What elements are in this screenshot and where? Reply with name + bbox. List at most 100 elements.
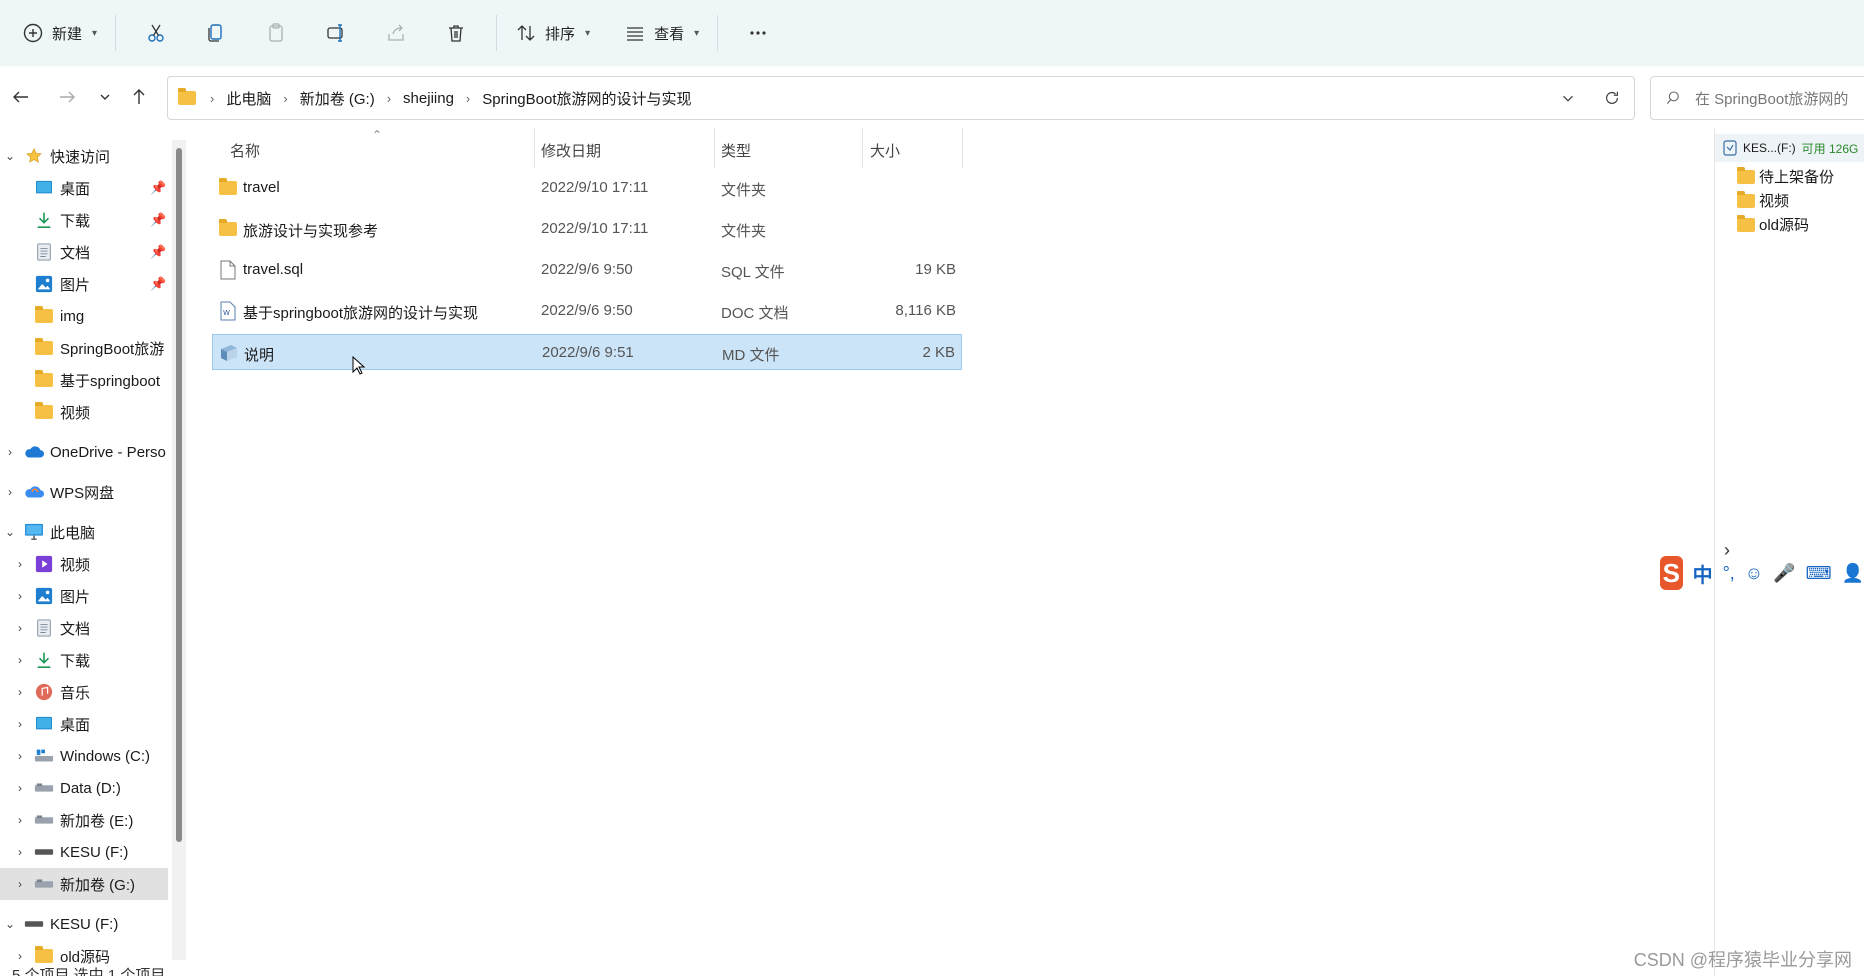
chevron-right-icon[interactable]: › bbox=[13, 949, 27, 963]
chevron-right-icon[interactable]: › bbox=[13, 557, 27, 571]
sidebar-item-documents[interactable]: › 文档 bbox=[0, 612, 168, 644]
delete-button[interactable] bbox=[426, 11, 486, 55]
chevron-right-icon[interactable]: › bbox=[13, 653, 27, 667]
chevron-right-icon[interactable]: › bbox=[13, 781, 27, 795]
sidebar-item-videos-recent[interactable]: 视频 bbox=[0, 396, 168, 428]
sidebar-item-springboot-folder[interactable]: SpringBoot旅游 bbox=[0, 332, 168, 364]
chevron-right-icon[interactable]: › bbox=[13, 621, 27, 635]
column-size[interactable]: 大小 bbox=[870, 140, 900, 161]
sidebar-item-jiyu-springboot[interactable]: 基于springboot bbox=[0, 364, 168, 396]
paste-button[interactable] bbox=[246, 11, 306, 55]
sidebar-item-downloads[interactable]: › 下载 bbox=[0, 644, 168, 676]
panel-folder-label: 待上架备份 bbox=[1759, 169, 1835, 186]
column-divider[interactable] bbox=[714, 128, 715, 168]
more-options-button[interactable] bbox=[728, 11, 788, 55]
column-date[interactable]: 修改日期 bbox=[541, 140, 601, 161]
copy-button[interactable] bbox=[186, 11, 246, 55]
sort-button[interactable]: 排序 ▾ bbox=[507, 11, 598, 55]
keyboard-icon[interactable]: ⌨ bbox=[1806, 563, 1832, 584]
microphone-icon[interactable]: 🎤 bbox=[1773, 563, 1795, 584]
command-bar: 新建 ▾ 排序 ▾ 查看 ▾ bbox=[0, 0, 1864, 66]
sidebar-item-wps-drive[interactable]: › WPS网盘 bbox=[0, 476, 168, 508]
chevron-right-icon[interactable]: › bbox=[13, 749, 27, 763]
breadcrumb-drive-g[interactable]: 新加卷 (G:) bbox=[296, 88, 379, 109]
refresh-button[interactable] bbox=[1590, 77, 1634, 119]
address-history-button[interactable] bbox=[1546, 77, 1590, 119]
column-divider[interactable] bbox=[962, 128, 963, 168]
sidebar-item-onedrive[interactable]: › OneDrive - Perso bbox=[0, 436, 168, 468]
sidebar-item-drive-d[interactable]: › Data (D:) bbox=[0, 772, 168, 804]
column-name[interactable]: 名称 bbox=[230, 140, 260, 161]
sidebar-item-videos[interactable]: › 视频 bbox=[0, 548, 168, 580]
chevron-right-icon[interactable]: › bbox=[3, 445, 17, 459]
chevron-down-icon: ▾ bbox=[92, 27, 98, 39]
recent-locations-button[interactable] bbox=[90, 82, 120, 112]
sidebar-item-this-pc[interactable]: ⌄ 此电脑 bbox=[0, 516, 168, 548]
sidebar-item-kesu[interactable]: ⌄ KESU (F:) bbox=[0, 908, 168, 940]
sidebar-item-pictures[interactable]: › 图片 bbox=[0, 580, 168, 612]
pin-icon: 📌 bbox=[150, 180, 167, 195]
column-type[interactable]: 类型 bbox=[721, 140, 751, 161]
emoji-icon[interactable]: ☺ bbox=[1745, 563, 1763, 584]
sidebar-scrollbar-thumb[interactable] bbox=[176, 148, 182, 842]
ime-mode-toggle[interactable]: 中 bbox=[1693, 559, 1713, 588]
chevron-down-icon[interactable]: ⌄ bbox=[3, 917, 17, 931]
view-button[interactable]: 查看 ▾ bbox=[616, 11, 707, 55]
sidebar-item-desktop-pinned[interactable]: 桌面 📌 bbox=[0, 172, 168, 204]
sidebar-item-downloads-pinned[interactable]: 下载 📌 bbox=[0, 204, 168, 236]
chevron-down-icon: ▾ bbox=[585, 27, 591, 39]
cut-button[interactable] bbox=[126, 11, 186, 55]
drive-info-bar[interactable]: KES...(F:) 可用 126G bbox=[1715, 134, 1864, 162]
file-row[interactable]: travel 2022/9/10 17:11 文件夹 bbox=[212, 170, 962, 206]
file-row[interactable]: travel.sql 2022/9/6 9:50 SQL 文件 19 KB bbox=[212, 252, 962, 288]
document-icon bbox=[34, 618, 54, 638]
chevron-right-icon[interactable]: › bbox=[13, 877, 27, 891]
address-bar[interactable]: › 此电脑 › 新加卷 (G:) › shejiing › SpringBoot… bbox=[167, 76, 1635, 120]
forward-button[interactable] bbox=[52, 82, 82, 112]
sidebar-item-label: 视频 bbox=[60, 404, 91, 422]
chevron-down-icon[interactable]: ⌄ bbox=[3, 525, 17, 539]
sidebar-item-drive-e[interactable]: › 新加卷 (E:) bbox=[0, 804, 168, 836]
chevron-right-icon[interactable]: › bbox=[13, 813, 27, 827]
pin-icon: 📌 bbox=[150, 276, 167, 291]
ime-punctuation-toggle[interactable]: °, bbox=[1723, 563, 1735, 584]
back-button[interactable] bbox=[6, 82, 36, 112]
sidebar-item-drive-f[interactable]: › KESU (F:) bbox=[0, 836, 168, 868]
sidebar-item-desktop[interactable]: › 桌面 bbox=[0, 708, 168, 740]
arrow-right-icon bbox=[60, 91, 75, 103]
column-divider[interactable] bbox=[862, 128, 863, 168]
folder-icon bbox=[34, 306, 54, 326]
chevron-right-icon[interactable]: › bbox=[13, 589, 27, 603]
panel-folder-item[interactable]: old源码 bbox=[1737, 214, 1809, 235]
up-button[interactable] bbox=[124, 82, 154, 112]
share-button[interactable] bbox=[366, 11, 426, 55]
file-row[interactable]: W 基于springboot旅游网的设计与实现 2022/9/6 9:50 DO… bbox=[212, 293, 962, 329]
sidebar-item-quick-access[interactable]: ⌄ 快速访问 bbox=[0, 140, 168, 172]
sidebar-item-drive-c[interactable]: › Windows (C:) bbox=[0, 740, 168, 772]
cloud-icon bbox=[24, 442, 44, 462]
breadcrumb-this-pc[interactable]: 此电脑 bbox=[222, 88, 275, 109]
chevron-right-icon[interactable]: › bbox=[13, 685, 27, 699]
search-box[interactable]: 在 SpringBoot旅游网的 bbox=[1650, 76, 1864, 120]
sogou-logo-icon[interactable]: S bbox=[1660, 556, 1683, 590]
column-divider[interactable] bbox=[534, 128, 535, 168]
sidebar-item-drive-g[interactable]: › 新加卷 (G:) bbox=[0, 868, 168, 900]
new-button[interactable]: 新建 ▾ bbox=[14, 11, 105, 55]
breadcrumb-shejiing[interactable]: shejiing bbox=[399, 90, 458, 107]
sidebar-item-documents-pinned[interactable]: 文档 📌 bbox=[0, 236, 168, 268]
file-row-selected[interactable]: 说明 2022/9/6 9:51 MD 文件 2 KB bbox=[212, 334, 962, 370]
rename-button[interactable] bbox=[306, 11, 366, 55]
panel-folder-item[interactable]: 视频 bbox=[1737, 190, 1789, 211]
chevron-down-icon[interactable]: ⌄ bbox=[3, 149, 17, 163]
file-row[interactable]: 旅游设计与实现参考 2022/9/10 17:11 文件夹 bbox=[212, 211, 962, 247]
chevron-right-icon[interactable]: › bbox=[13, 845, 27, 859]
breadcrumb-current-folder[interactable]: SpringBoot旅游网的设计与实现 bbox=[478, 88, 695, 109]
chevron-right-icon[interactable]: › bbox=[13, 717, 27, 731]
sidebar-item-img[interactable]: img bbox=[0, 300, 168, 332]
chevron-right-icon[interactable]: › bbox=[3, 485, 17, 499]
sidebar-item-pictures-pinned[interactable]: 图片 📌 bbox=[0, 268, 168, 300]
user-icon[interactable]: 👤 bbox=[1842, 563, 1864, 584]
sidebar-item-music[interactable]: › 音乐 bbox=[0, 676, 168, 708]
panel-folder-item[interactable]: 待上架备份 bbox=[1737, 166, 1834, 187]
sidebar-item-label: 基于springboot bbox=[60, 372, 161, 390]
